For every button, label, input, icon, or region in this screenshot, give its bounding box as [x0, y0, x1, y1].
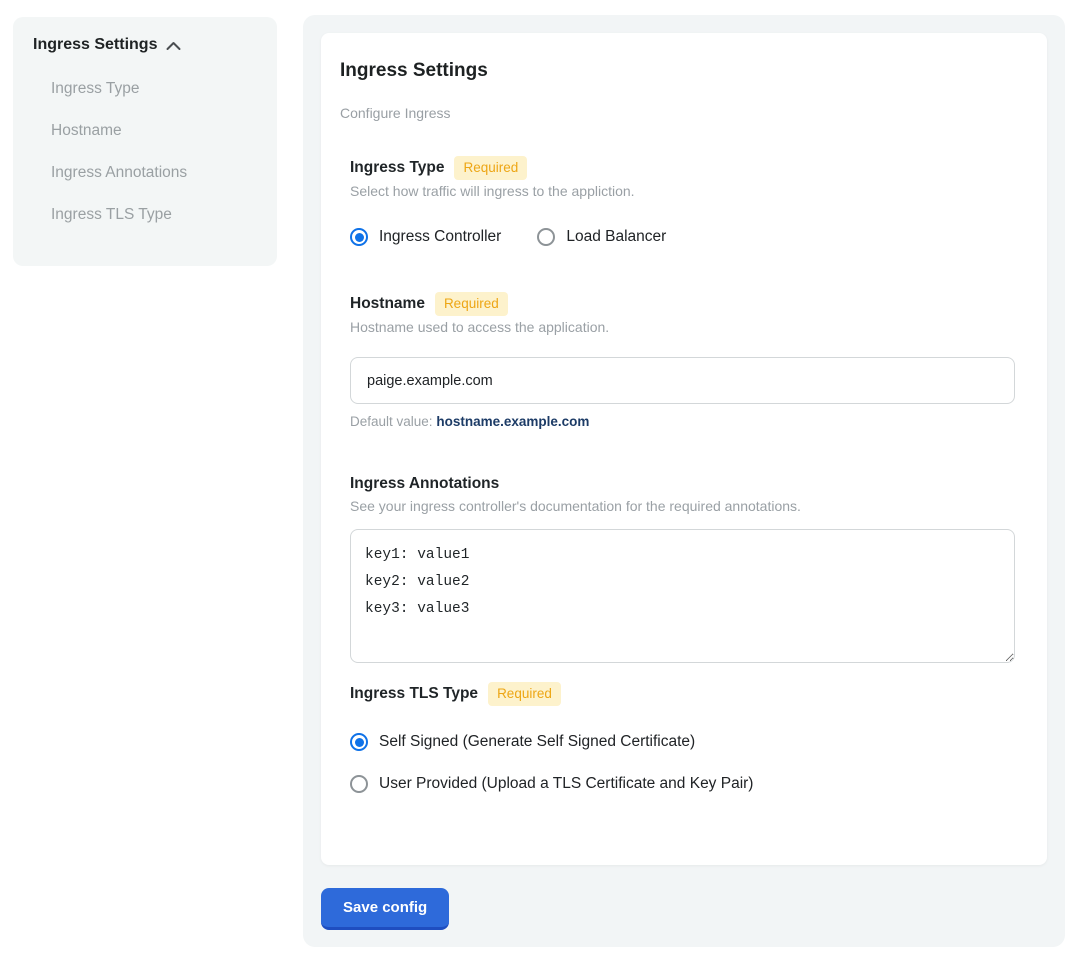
save-config-button[interactable]: Save config — [321, 888, 449, 930]
ingress-type-label: Ingress Type — [350, 157, 444, 179]
radio-label: Ingress Controller — [379, 226, 501, 248]
section-ingress-type: Ingress Type Required Select how traffic… — [350, 156, 1015, 248]
radio-user-provided[interactable]: User Provided (Upload a TLS Certificate … — [350, 773, 1015, 795]
ingress-settings-card: Ingress Settings Configure Ingress Ingre… — [321, 33, 1047, 865]
hostname-description: Hostname used to access the application. — [350, 318, 1015, 336]
radio-selected-icon — [350, 733, 368, 751]
sidebar-item-ingress-tls-type[interactable]: Ingress TLS Type — [51, 205, 257, 225]
radio-unselected-icon — [537, 228, 555, 246]
sidebar-section-toggle[interactable]: Ingress Settings — [33, 35, 257, 55]
hostname-default-line: Default value: hostname.example.com — [350, 413, 1015, 431]
radio-unselected-icon — [350, 775, 368, 793]
required-badge: Required — [488, 682, 561, 706]
ingress-type-options: Ingress Controller Load Balancer — [350, 226, 1015, 248]
radio-ingress-controller[interactable]: Ingress Controller — [350, 226, 501, 248]
section-ingress-tls-type: Ingress TLS Type Required Self Signed (G… — [350, 682, 1015, 795]
chevron-up-icon — [166, 41, 181, 51]
radio-label: User Provided (Upload a TLS Certificate … — [379, 773, 753, 795]
radio-selected-icon — [350, 228, 368, 246]
default-value-label: Default value: — [350, 414, 433, 429]
sidebar-item-ingress-type[interactable]: Ingress Type — [51, 79, 257, 99]
section-ingress-annotations: Ingress Annotations See your ingress con… — [350, 473, 1015, 663]
ingress-annotations-label: Ingress Annotations — [350, 473, 499, 495]
settings-panel: Ingress Settings Configure Ingress Ingre… — [303, 15, 1065, 947]
sidebar-item-ingress-annotations[interactable]: Ingress Annotations — [51, 163, 257, 183]
radio-label: Self Signed (Generate Self Signed Certif… — [379, 731, 695, 753]
ingress-type-description: Select how traffic will ingress to the a… — [350, 182, 1015, 200]
ingress-tls-options: Self Signed (Generate Self Signed Certif… — [350, 731, 1015, 795]
ingress-annotations-description: See your ingress controller's documentat… — [350, 497, 1015, 515]
ingress-tls-type-label: Ingress TLS Type — [350, 683, 478, 705]
default-value-text: hostname.example.com — [436, 414, 589, 429]
radio-self-signed[interactable]: Self Signed (Generate Self Signed Certif… — [350, 731, 1015, 753]
hostname-label: Hostname — [350, 293, 425, 315]
section-hostname: Hostname Required Hostname used to acces… — [350, 292, 1015, 431]
sidebar-nav: Ingress Type Hostname Ingress Annotation… — [51, 79, 257, 225]
page-subtitle: Configure Ingress — [340, 104, 1015, 122]
required-badge: Required — [454, 156, 527, 180]
radio-load-balancer[interactable]: Load Balancer — [537, 226, 666, 248]
hostname-input[interactable] — [350, 357, 1015, 404]
radio-label: Load Balancer — [566, 226, 666, 248]
required-badge: Required — [435, 292, 508, 316]
sidebar-section-title: Ingress Settings — [33, 35, 157, 55]
ingress-annotations-textarea[interactable]: key1: value1 key2: value2 key3: value3 — [350, 529, 1015, 663]
page-title: Ingress Settings — [340, 59, 1015, 83]
sidebar-item-hostname[interactable]: Hostname — [51, 121, 257, 141]
settings-sidebar: Ingress Settings Ingress Type Hostname I… — [13, 17, 277, 266]
